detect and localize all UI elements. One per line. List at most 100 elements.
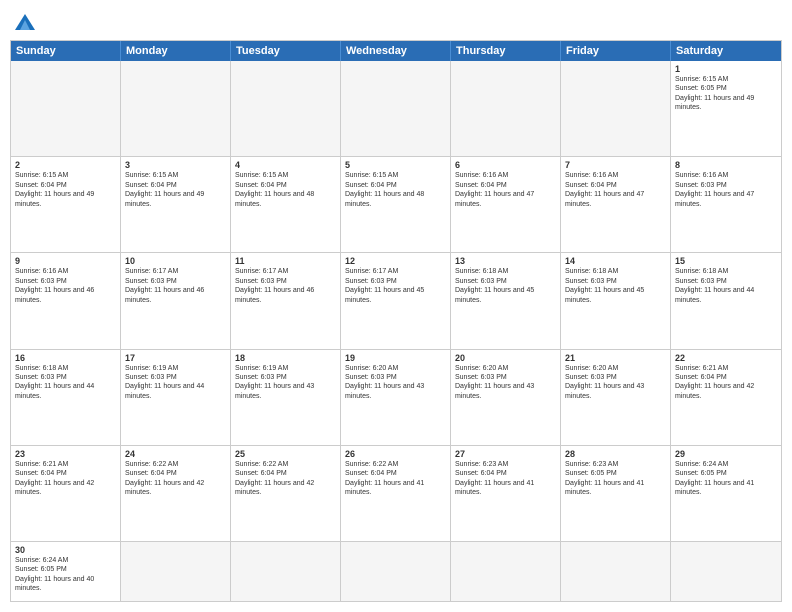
calendar-cell — [451, 542, 561, 601]
header-day-wednesday: Wednesday — [341, 41, 451, 61]
day-info: Sunrise: 6:20 AM Sunset: 6:03 PM Dayligh… — [345, 364, 446, 402]
day-info: Sunrise: 6:20 AM Sunset: 6:03 PM Dayligh… — [565, 364, 666, 402]
day-number: 18 — [235, 353, 336, 363]
calendar-cell: 21Sunrise: 6:20 AM Sunset: 6:03 PM Dayli… — [561, 350, 671, 445]
day-number: 17 — [125, 353, 226, 363]
calendar-cell: 26Sunrise: 6:22 AM Sunset: 6:04 PM Dayli… — [341, 446, 451, 541]
calendar-cell: 4Sunrise: 6:15 AM Sunset: 6:04 PM Daylig… — [231, 157, 341, 252]
day-info: Sunrise: 6:19 AM Sunset: 6:03 PM Dayligh… — [125, 364, 226, 402]
day-info: Sunrise: 6:20 AM Sunset: 6:03 PM Dayligh… — [455, 364, 556, 402]
day-info: Sunrise: 6:24 AM Sunset: 6:05 PM Dayligh… — [15, 556, 116, 594]
day-number: 23 — [15, 449, 116, 459]
calendar-cell — [561, 542, 671, 601]
day-number: 7 — [565, 160, 666, 170]
day-info: Sunrise: 6:15 AM Sunset: 6:05 PM Dayligh… — [675, 75, 777, 113]
day-number: 16 — [15, 353, 116, 363]
day-number: 30 — [15, 545, 116, 555]
day-number: 19 — [345, 353, 446, 363]
calendar-row-4: 23Sunrise: 6:21 AM Sunset: 6:04 PM Dayli… — [11, 445, 781, 541]
day-info: Sunrise: 6:15 AM Sunset: 6:04 PM Dayligh… — [15, 171, 116, 209]
day-number: 6 — [455, 160, 556, 170]
day-number: 5 — [345, 160, 446, 170]
calendar-row-0: 1Sunrise: 6:15 AM Sunset: 6:05 PM Daylig… — [11, 61, 781, 156]
calendar-cell: 16Sunrise: 6:18 AM Sunset: 6:03 PM Dayli… — [11, 350, 121, 445]
calendar-cell: 10Sunrise: 6:17 AM Sunset: 6:03 PM Dayli… — [121, 253, 231, 348]
calendar-cell — [561, 61, 671, 156]
calendar-cell — [231, 542, 341, 601]
header-day-sunday: Sunday — [11, 41, 121, 61]
day-info: Sunrise: 6:21 AM Sunset: 6:04 PM Dayligh… — [675, 364, 777, 402]
day-number: 14 — [565, 256, 666, 266]
day-info: Sunrise: 6:15 AM Sunset: 6:04 PM Dayligh… — [235, 171, 336, 209]
calendar-cell — [451, 61, 561, 156]
calendar-cell — [121, 542, 231, 601]
calendar-cell — [11, 61, 121, 156]
day-number: 22 — [675, 353, 777, 363]
day-number: 13 — [455, 256, 556, 266]
day-number: 24 — [125, 449, 226, 459]
calendar-cell: 23Sunrise: 6:21 AM Sunset: 6:04 PM Dayli… — [11, 446, 121, 541]
header-day-saturday: Saturday — [671, 41, 781, 61]
day-number: 8 — [675, 160, 777, 170]
day-info: Sunrise: 6:18 AM Sunset: 6:03 PM Dayligh… — [455, 267, 556, 305]
calendar-cell: 2Sunrise: 6:15 AM Sunset: 6:04 PM Daylig… — [11, 157, 121, 252]
day-number: 25 — [235, 449, 336, 459]
day-number: 29 — [675, 449, 777, 459]
calendar-row-3: 16Sunrise: 6:18 AM Sunset: 6:03 PM Dayli… — [11, 349, 781, 445]
calendar-cell: 28Sunrise: 6:23 AM Sunset: 6:05 PM Dayli… — [561, 446, 671, 541]
page: SundayMondayTuesdayWednesdayThursdayFrid… — [0, 0, 792, 612]
calendar-cell — [341, 542, 451, 601]
day-info: Sunrise: 6:16 AM Sunset: 6:04 PM Dayligh… — [455, 171, 556, 209]
calendar-cell: 11Sunrise: 6:17 AM Sunset: 6:03 PM Dayli… — [231, 253, 341, 348]
day-info: Sunrise: 6:16 AM Sunset: 6:03 PM Dayligh… — [15, 267, 116, 305]
calendar-cell: 19Sunrise: 6:20 AM Sunset: 6:03 PM Dayli… — [341, 350, 451, 445]
calendar-header: SundayMondayTuesdayWednesdayThursdayFrid… — [11, 41, 781, 61]
calendar-row-5: 30Sunrise: 6:24 AM Sunset: 6:05 PM Dayli… — [11, 541, 781, 601]
calendar: SundayMondayTuesdayWednesdayThursdayFrid… — [10, 40, 782, 602]
calendar-row-2: 9Sunrise: 6:16 AM Sunset: 6:03 PM Daylig… — [11, 252, 781, 348]
header-day-tuesday: Tuesday — [231, 41, 341, 61]
calendar-body: 1Sunrise: 6:15 AM Sunset: 6:05 PM Daylig… — [11, 61, 781, 601]
calendar-cell — [231, 61, 341, 156]
day-number: 4 — [235, 160, 336, 170]
calendar-cell: 15Sunrise: 6:18 AM Sunset: 6:03 PM Dayli… — [671, 253, 781, 348]
day-number: 10 — [125, 256, 226, 266]
calendar-cell: 17Sunrise: 6:19 AM Sunset: 6:03 PM Dayli… — [121, 350, 231, 445]
calendar-cell — [121, 61, 231, 156]
day-info: Sunrise: 6:17 AM Sunset: 6:03 PM Dayligh… — [235, 267, 336, 305]
calendar-cell: 25Sunrise: 6:22 AM Sunset: 6:04 PM Dayli… — [231, 446, 341, 541]
header-day-monday: Monday — [121, 41, 231, 61]
day-number: 26 — [345, 449, 446, 459]
header-day-friday: Friday — [561, 41, 671, 61]
day-number: 11 — [235, 256, 336, 266]
calendar-cell: 3Sunrise: 6:15 AM Sunset: 6:04 PM Daylig… — [121, 157, 231, 252]
calendar-cell: 12Sunrise: 6:17 AM Sunset: 6:03 PM Dayli… — [341, 253, 451, 348]
day-info: Sunrise: 6:22 AM Sunset: 6:04 PM Dayligh… — [125, 460, 226, 498]
day-info: Sunrise: 6:23 AM Sunset: 6:05 PM Dayligh… — [565, 460, 666, 498]
logo-icon — [10, 10, 40, 34]
day-info: Sunrise: 6:22 AM Sunset: 6:04 PM Dayligh… — [345, 460, 446, 498]
day-number: 3 — [125, 160, 226, 170]
day-number: 2 — [15, 160, 116, 170]
day-info: Sunrise: 6:21 AM Sunset: 6:04 PM Dayligh… — [15, 460, 116, 498]
calendar-cell — [341, 61, 451, 156]
calendar-cell: 14Sunrise: 6:18 AM Sunset: 6:03 PM Dayli… — [561, 253, 671, 348]
day-number: 21 — [565, 353, 666, 363]
day-info: Sunrise: 6:18 AM Sunset: 6:03 PM Dayligh… — [15, 364, 116, 402]
day-number: 20 — [455, 353, 556, 363]
day-info: Sunrise: 6:16 AM Sunset: 6:03 PM Dayligh… — [675, 171, 777, 209]
day-number: 27 — [455, 449, 556, 459]
calendar-cell: 13Sunrise: 6:18 AM Sunset: 6:03 PM Dayli… — [451, 253, 561, 348]
day-info: Sunrise: 6:15 AM Sunset: 6:04 PM Dayligh… — [125, 171, 226, 209]
logo — [10, 10, 44, 34]
calendar-cell: 30Sunrise: 6:24 AM Sunset: 6:05 PM Dayli… — [11, 542, 121, 601]
calendar-cell: 18Sunrise: 6:19 AM Sunset: 6:03 PM Dayli… — [231, 350, 341, 445]
day-info: Sunrise: 6:24 AM Sunset: 6:05 PM Dayligh… — [675, 460, 777, 498]
day-number: 9 — [15, 256, 116, 266]
calendar-cell: 9Sunrise: 6:16 AM Sunset: 6:03 PM Daylig… — [11, 253, 121, 348]
calendar-cell: 20Sunrise: 6:20 AM Sunset: 6:03 PM Dayli… — [451, 350, 561, 445]
calendar-cell: 6Sunrise: 6:16 AM Sunset: 6:04 PM Daylig… — [451, 157, 561, 252]
calendar-row-1: 2Sunrise: 6:15 AM Sunset: 6:04 PM Daylig… — [11, 156, 781, 252]
calendar-cell: 24Sunrise: 6:22 AM Sunset: 6:04 PM Dayli… — [121, 446, 231, 541]
day-number: 15 — [675, 256, 777, 266]
